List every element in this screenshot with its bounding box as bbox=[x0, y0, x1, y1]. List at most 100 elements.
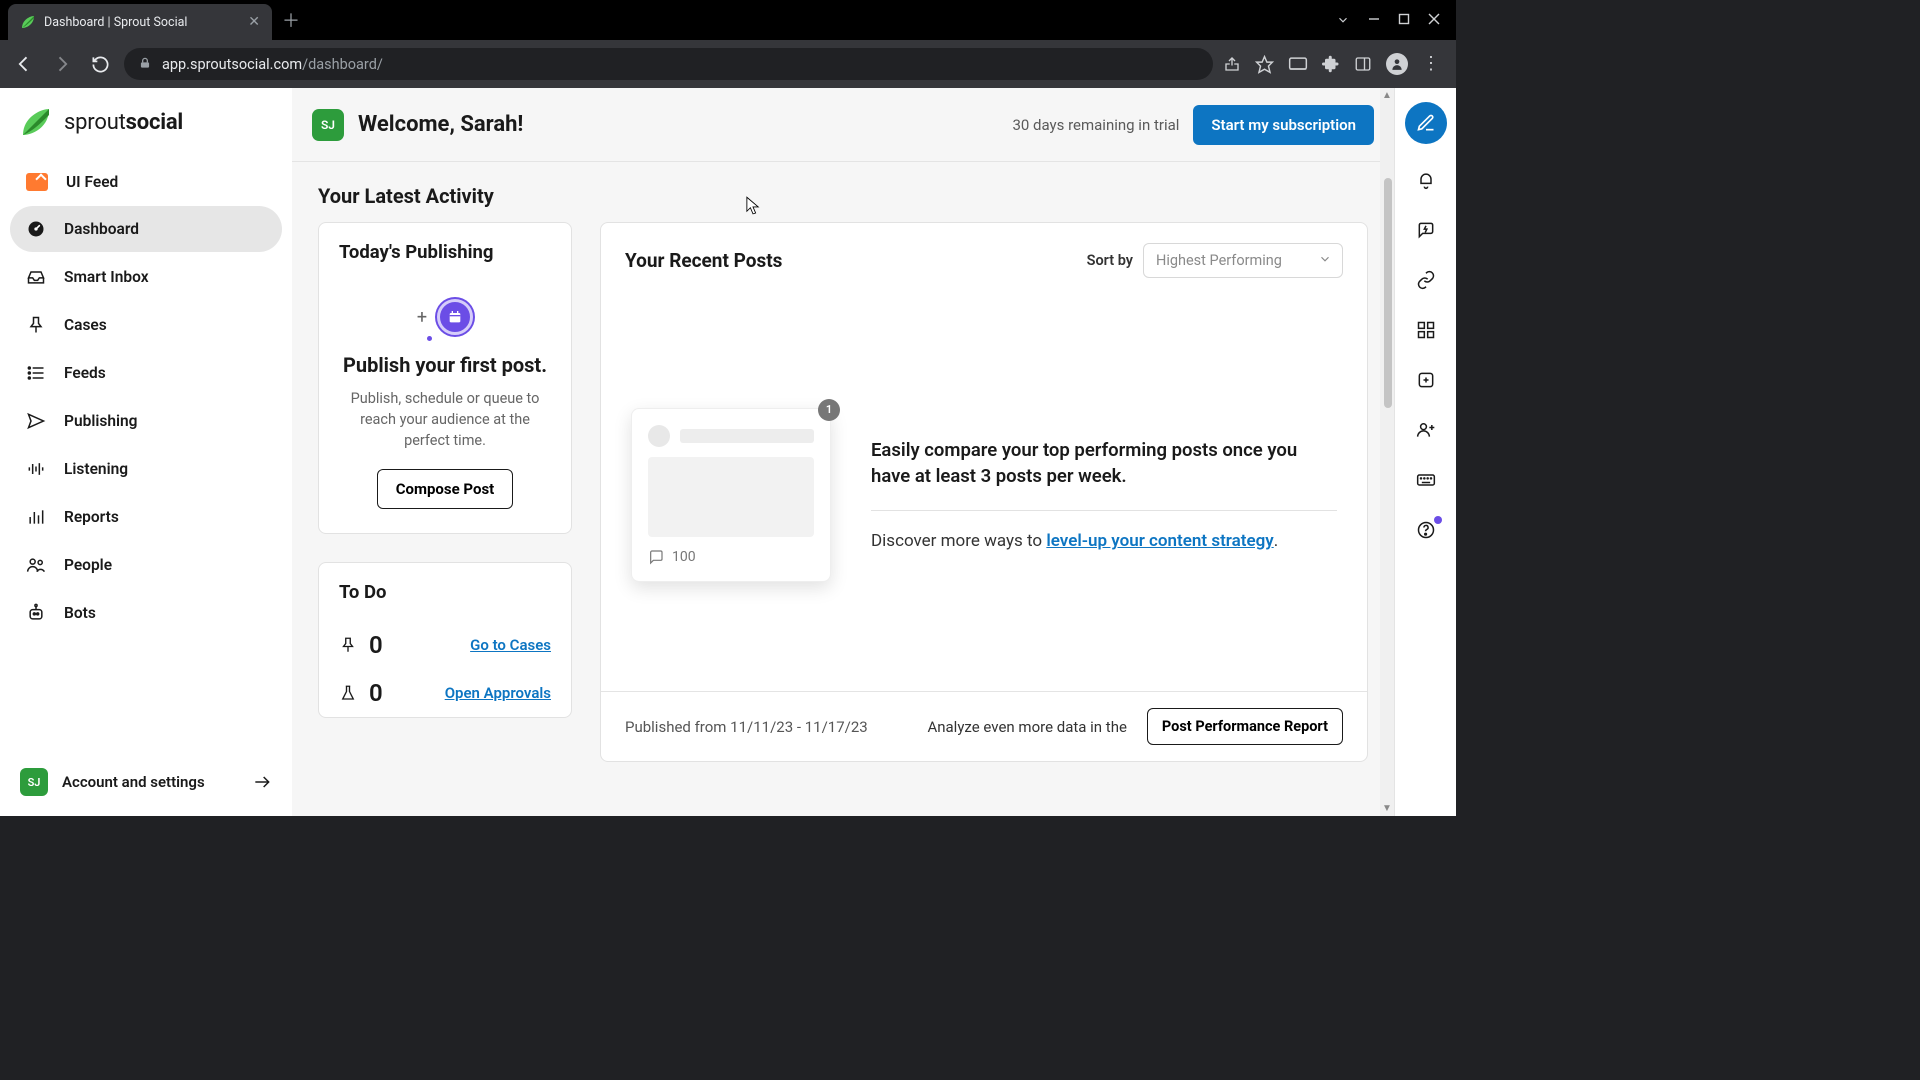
divider bbox=[871, 510, 1337, 511]
reload-button[interactable] bbox=[86, 50, 114, 78]
todo-card: To Do 0 Go to Cases 0 Open Approvals bbox=[318, 562, 572, 718]
rail-notifications-button[interactable] bbox=[1416, 170, 1436, 194]
posts-empty-copy: Easily compare your top performing posts… bbox=[871, 438, 1337, 490]
sidebar-item-label: Feeds bbox=[64, 364, 106, 382]
grid-icon bbox=[1416, 320, 1436, 340]
start-subscription-button[interactable]: Start my subscription bbox=[1193, 105, 1374, 145]
sidebar-item-label: People bbox=[64, 556, 112, 574]
sort-dropdown[interactable]: Highest Performing bbox=[1143, 243, 1343, 278]
sidebar-item-feeds[interactable]: Feeds bbox=[10, 350, 282, 396]
text: Discover more ways to bbox=[871, 531, 1046, 551]
extensions-icon[interactable] bbox=[1322, 55, 1340, 73]
minimize-icon[interactable] bbox=[1368, 13, 1380, 27]
browser-titlebar: Dashboard | Sprout Social ✕ ＋ bbox=[0, 0, 1456, 40]
tab-search-icon[interactable] bbox=[1336, 13, 1350, 27]
publishing-illustration: + bbox=[341, 299, 549, 335]
lock-icon bbox=[138, 55, 152, 74]
flask-icon bbox=[339, 684, 357, 702]
scrollbar-track[interactable]: ▲ ▼ bbox=[1380, 88, 1394, 816]
sidebar-item-bots[interactable]: Bots bbox=[10, 590, 282, 636]
gauge-icon bbox=[26, 219, 46, 239]
browser-tab[interactable]: Dashboard | Sprout Social ✕ bbox=[8, 4, 272, 40]
close-icon[interactable]: ✕ bbox=[248, 15, 260, 29]
section-title-activity: Your Latest Activity bbox=[318, 184, 1368, 208]
open-approvals-link[interactable]: Open Approvals bbox=[445, 684, 551, 702]
ghost-count: 100 bbox=[672, 549, 696, 565]
go-to-cases-link[interactable]: Go to Cases bbox=[470, 636, 551, 654]
publishing-title: Publish your first post. bbox=[341, 353, 549, 378]
accent-dot-icon bbox=[427, 336, 432, 341]
account-settings-button[interactable]: SJ Account and settings bbox=[0, 750, 292, 816]
sidebar: sproutsocial UI Feed Dashboard Smart Inb… bbox=[0, 88, 292, 816]
posts-discover-copy: Discover more ways to level-up your cont… bbox=[871, 531, 1337, 551]
sidebar-item-reports[interactable]: Reports bbox=[10, 494, 282, 540]
sidebar-item-people[interactable]: People bbox=[10, 542, 282, 588]
todo-count: 0 bbox=[369, 679, 383, 707]
profile-avatar-icon[interactable] bbox=[1386, 53, 1408, 75]
rail-link-button[interactable] bbox=[1416, 270, 1436, 294]
plus-icon: + bbox=[417, 307, 427, 328]
address-bar[interactable]: app.sproutsocial.com/dashboard/ bbox=[124, 48, 1213, 80]
publishing-subtitle: Publish, schedule or queue to reach your… bbox=[341, 388, 549, 451]
send-icon bbox=[26, 411, 46, 431]
browser-toolbar: app.sproutsocial.com/dashboard/ ⋮ bbox=[0, 40, 1456, 88]
people-plus-icon bbox=[1416, 420, 1436, 440]
sidebar-item-cases[interactable]: Cases bbox=[10, 302, 282, 348]
settings-label: Account and settings bbox=[62, 773, 238, 791]
scrollbar-thumb[interactable] bbox=[1384, 178, 1392, 408]
recent-posts-card: Your Recent Posts Sort by Highest Perfor… bbox=[600, 222, 1368, 762]
post-placeholder-card: 1 100 bbox=[631, 408, 831, 582]
install-app-icon[interactable] bbox=[1288, 55, 1308, 73]
pin-icon bbox=[339, 636, 357, 654]
browser-menu-icon[interactable]: ⋮ bbox=[1422, 55, 1440, 73]
rail-messages-button[interactable] bbox=[1416, 220, 1436, 244]
text-placeholder bbox=[680, 429, 814, 443]
right-rail bbox=[1394, 88, 1456, 816]
main-area: ▲ ▼ SJ Welcome, Sarah! 30 days remaining… bbox=[292, 88, 1394, 816]
sidebar-item-label: Publishing bbox=[64, 412, 138, 430]
todo-row-approvals: 0 Open Approvals bbox=[319, 669, 571, 717]
back-button[interactable] bbox=[10, 50, 38, 78]
window-close-icon[interactable] bbox=[1428, 13, 1440, 27]
content-strategy-link[interactable]: level-up your content strategy bbox=[1046, 531, 1273, 551]
sidebar-item-dashboard[interactable]: Dashboard bbox=[10, 206, 282, 252]
rail-keyboard-button[interactable] bbox=[1416, 470, 1436, 494]
compose-fab-button[interactable] bbox=[1405, 102, 1447, 144]
inbox-icon bbox=[26, 267, 46, 287]
user-avatar-badge: SJ bbox=[20, 768, 48, 796]
text: . bbox=[1274, 531, 1278, 551]
sidebar-item-smart-inbox[interactable]: Smart Inbox bbox=[10, 254, 282, 300]
side-panel-icon[interactable] bbox=[1354, 55, 1372, 73]
scroll-up-icon[interactable]: ▲ bbox=[1382, 90, 1392, 101]
bar-chart-icon bbox=[26, 507, 46, 527]
scroll-down-icon[interactable]: ▼ bbox=[1382, 803, 1392, 814]
maximize-icon[interactable] bbox=[1398, 13, 1410, 27]
user-avatar-badge: SJ bbox=[312, 109, 344, 141]
todo-count: 0 bbox=[369, 631, 383, 659]
rail-add-people-button[interactable] bbox=[1416, 420, 1436, 444]
people-icon bbox=[26, 555, 46, 575]
post-performance-report-button[interactable]: Post Performance Report bbox=[1147, 708, 1343, 745]
sidebar-item-listening[interactable]: Listening bbox=[10, 446, 282, 492]
brand-logo[interactable]: sproutsocial bbox=[0, 106, 292, 160]
share-icon[interactable] bbox=[1223, 55, 1241, 73]
rail-add-button[interactable] bbox=[1416, 370, 1436, 394]
pin-icon bbox=[26, 315, 46, 335]
message-lightning-icon bbox=[1416, 220, 1436, 240]
rail-help-button[interactable] bbox=[1416, 520, 1436, 544]
card-title: To Do bbox=[319, 563, 571, 621]
sidebar-item-ui-feed[interactable]: UI Feed bbox=[10, 160, 282, 204]
rail-apps-button[interactable] bbox=[1416, 320, 1436, 344]
sidebar-item-publishing[interactable]: Publishing bbox=[10, 398, 282, 444]
compose-post-button[interactable]: Compose Post bbox=[377, 469, 514, 509]
bell-icon bbox=[1416, 170, 1436, 190]
brand-wordmark: sproutsocial bbox=[64, 110, 183, 135]
card-title: Today's Publishing bbox=[319, 223, 571, 281]
forward-button[interactable] bbox=[48, 50, 76, 78]
bookmark-star-icon[interactable] bbox=[1255, 55, 1274, 74]
link-icon bbox=[1416, 270, 1436, 290]
card-title: Your Recent Posts bbox=[625, 249, 782, 272]
new-tab-button[interactable]: ＋ bbox=[282, 7, 300, 33]
sidebar-item-label: Smart Inbox bbox=[64, 268, 149, 286]
published-range: Published from 11/11/23 - 11/17/23 bbox=[625, 718, 868, 736]
